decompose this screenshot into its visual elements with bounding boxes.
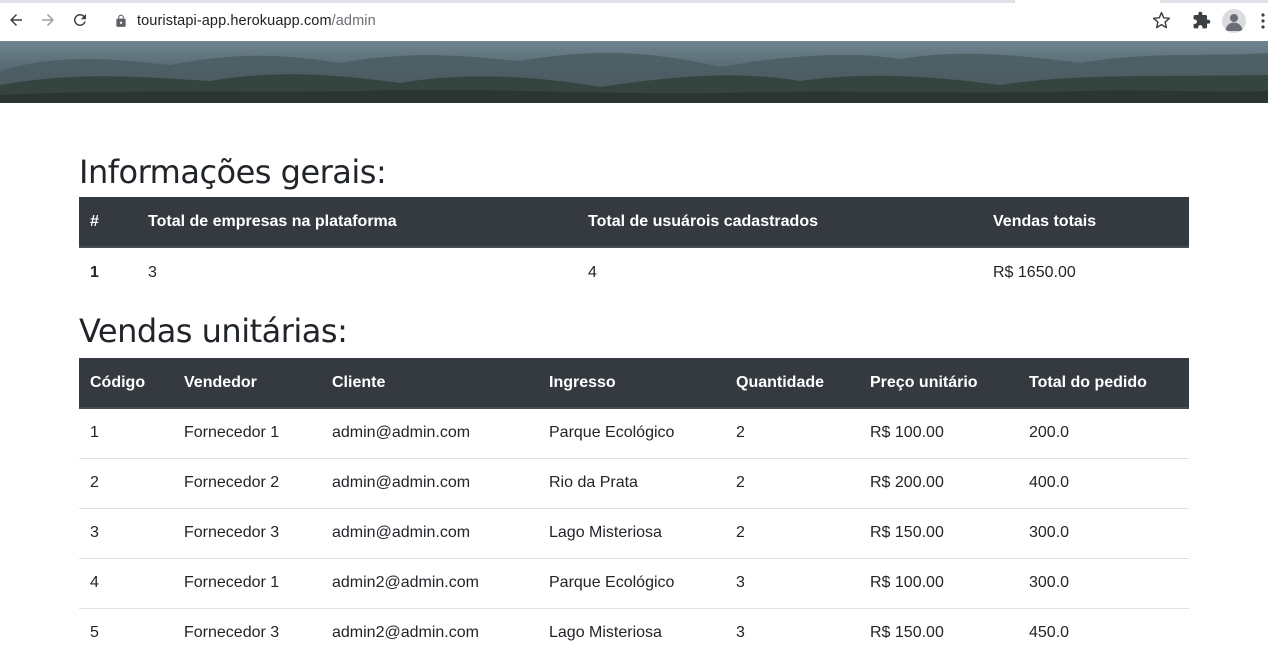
profile-icon	[1225, 14, 1243, 31]
seller: Fornecedor 1	[173, 557, 321, 608]
order-code: 5	[79, 607, 173, 658]
order-code: 4	[79, 557, 173, 608]
order-total: 450.0	[1018, 607, 1189, 658]
address-bar[interactable]: touristapi-app.herokuapp.com/admin	[100, 4, 1180, 37]
url-text: touristapi-app.herokuapp.com/admin	[137, 13, 376, 29]
client: admin2@admin.com	[321, 557, 538, 608]
client: admin@admin.com	[332, 424, 471, 442]
url-path: /admin	[331, 12, 376, 29]
unit-price: R$ 200.00	[859, 457, 1018, 508]
reload-icon	[73, 13, 86, 26]
ticket: Lago Misteriosa	[538, 507, 725, 558]
back-button[interactable]	[4, 8, 28, 32]
column-header: Cliente	[321, 358, 538, 409]
avatar[interactable]	[1222, 9, 1246, 33]
quantity: 3	[725, 607, 859, 658]
url-host: touristapi-app.herokuapp.com	[137, 12, 332, 29]
column-header: Ingresso	[538, 358, 725, 409]
quantity: 2	[736, 424, 745, 442]
unit-price: R$ 150.00	[859, 607, 1018, 658]
column-header: #	[79, 197, 137, 248]
table-row: 5 Fornecedor 3 admin2@admin.com Lago Mis…	[79, 607, 1189, 658]
unit-price: R$ 150.00	[859, 507, 1018, 558]
total-sales: R$ 1650.00	[993, 263, 1076, 281]
seller: Fornecedor 1	[184, 424, 280, 442]
admin-content: Informações gerais: # Total de empresas …	[79, 103, 1189, 658]
seller: Fornecedor 3	[173, 507, 321, 558]
column-header: Código	[79, 358, 173, 409]
reload-button[interactable]	[68, 8, 92, 32]
column-header: Preço unitário	[859, 358, 1018, 409]
client: admin@admin.com	[321, 457, 538, 508]
order-code: 3	[79, 507, 173, 558]
table-row: 4 Fornecedor 1 admin2@admin.com Parque E…	[79, 557, 1189, 608]
column-header: Vendas totais	[982, 197, 1189, 248]
seller: Fornecedor 2	[173, 457, 321, 508]
order-code: 1	[90, 424, 99, 442]
star-icon[interactable]	[1152, 11, 1171, 30]
ticket: Parque Ecológico	[549, 424, 675, 442]
column-header: Quantidade	[725, 358, 859, 409]
quantity: 3	[725, 557, 859, 608]
seller: Fornecedor 3	[173, 607, 321, 658]
table-header-row: # Total de empresas na plataforma Total …	[79, 197, 1189, 248]
puzzle-icon[interactable]	[1192, 11, 1211, 30]
table-row: 1 3 4 R$ 1650.00	[79, 247, 1189, 297]
order-code: 2	[79, 457, 173, 508]
column-header: Vendedor	[173, 358, 321, 409]
unit-price: R$ 100.00	[870, 424, 944, 442]
order-total: 300.0	[1018, 557, 1189, 608]
hero-banner	[0, 41, 1268, 103]
quantity: 2	[725, 457, 859, 508]
order-total: 200.0	[1029, 424, 1070, 442]
back-arrow-icon	[10, 14, 22, 26]
table-row: 2 Fornecedor 2 admin@admin.com Rio da Pr…	[79, 457, 1189, 508]
table-row: 1 Fornecedor 1 admin@admin.com Parque Ec…	[79, 408, 1189, 458]
unit-sales-table: Código Vendedor Cliente Ingresso Quantid…	[79, 358, 1189, 658]
client: admin@admin.com	[321, 507, 538, 558]
kebab-menu-icon[interactable]	[1258, 12, 1268, 30]
total-users: 4	[588, 263, 597, 281]
ticket: Rio da Prata	[538, 457, 725, 508]
row-index: 1	[90, 263, 99, 281]
general-info-title: Informações gerais:	[79, 153, 387, 191]
quantity: 2	[725, 507, 859, 558]
total-companies: 3	[148, 263, 157, 281]
mountain-landscape-image	[0, 53, 1268, 103]
column-header: Total de usuárois cadastrados	[577, 197, 982, 248]
forward-arrow-icon	[42, 14, 54, 26]
forward-button[interactable]	[36, 8, 60, 32]
tab-strip-edge	[0, 0, 1015, 3]
column-header: Total do pedido	[1018, 358, 1189, 409]
lock-icon	[116, 14, 126, 27]
unit-price: R$ 100.00	[859, 557, 1018, 608]
general-info-table: # Total de empresas na plataforma Total …	[79, 197, 1189, 297]
ticket: Lago Misteriosa	[538, 607, 725, 658]
ticket: Parque Ecológico	[538, 557, 725, 608]
client: admin2@admin.com	[321, 607, 538, 658]
unit-sales-title: Vendas unitárias:	[79, 312, 348, 350]
column-header: Total de empresas na plataforma	[137, 197, 577, 248]
table-header-row: Código Vendedor Cliente Ingresso Quantid…	[79, 358, 1189, 409]
order-total: 300.0	[1018, 507, 1189, 558]
table-row: 3 Fornecedor 3 admin@admin.com Lago Mist…	[79, 507, 1189, 558]
browser-toolbar: touristapi-app.herokuapp.com/admin	[0, 0, 1268, 42]
tab-strip-edge	[1160, 0, 1268, 3]
order-total: 400.0	[1018, 457, 1189, 508]
